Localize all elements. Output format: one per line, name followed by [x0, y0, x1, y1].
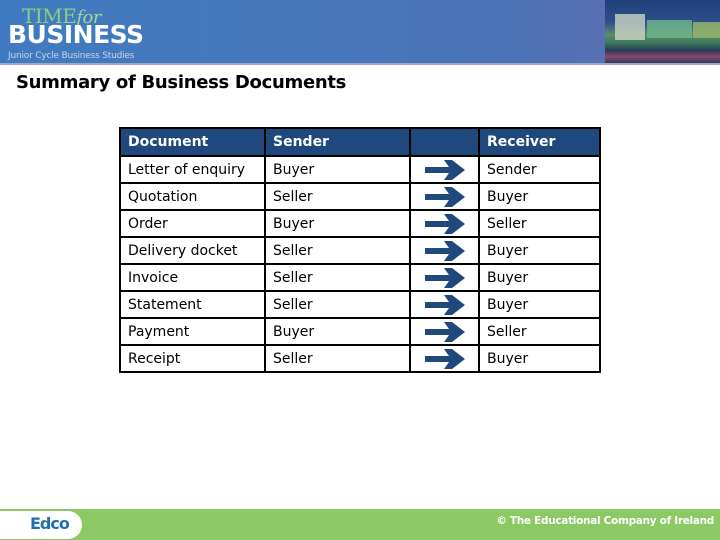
table-row: Payment Buyer Seller — [119, 317, 601, 346]
slide-title: Summary of Business Documents — [16, 72, 347, 93]
sender-cell: Buyer — [264, 155, 411, 184]
receiver-cell: Seller — [478, 317, 601, 346]
sender-cell: Seller — [264, 263, 411, 292]
right-arrow-icon — [424, 159, 465, 180]
sender-cell: Buyer — [264, 317, 411, 346]
logo-business-text: BUSINESS — [8, 20, 144, 49]
arrow-cell — [409, 317, 480, 346]
receiver-cell: Buyer — [478, 236, 601, 265]
header-banner: TIMEfor BUSINESS Junior Cycle Business S… — [0, 0, 720, 64]
sender-cell: Seller — [264, 182, 411, 211]
sender-cell: Seller — [264, 290, 411, 319]
right-arrow-icon — [424, 213, 465, 234]
document-cell: Receipt — [119, 344, 266, 373]
right-arrow-icon — [424, 240, 465, 261]
sender-cell: Seller — [264, 344, 411, 373]
copyright-text: © The Educational Company of Ireland — [496, 515, 714, 527]
documents-table: Document Sender Receiver Letter of enqui… — [119, 127, 601, 373]
arrow-cell — [409, 344, 480, 373]
receiver-cell: Buyer — [478, 182, 601, 211]
right-arrow-icon — [424, 321, 465, 342]
arrow-cell — [409, 182, 480, 211]
table-row: Statement Seller Buyer — [119, 290, 601, 319]
column-header-arrow — [409, 127, 480, 157]
right-arrow-icon — [424, 186, 465, 207]
document-cell: Statement — [119, 290, 266, 319]
edco-logo: Edco — [30, 514, 70, 533]
table-row: Invoice Seller Buyer — [119, 263, 601, 292]
right-arrow-icon — [424, 294, 465, 315]
column-header-receiver: Receiver — [478, 127, 601, 157]
document-cell: Order — [119, 209, 266, 238]
arrow-cell — [409, 263, 480, 292]
table-row: Receipt Seller Buyer — [119, 344, 601, 373]
arrow-cell — [409, 290, 480, 319]
logo-subtitle: Junior Cycle Business Studies — [8, 51, 135, 61]
receiver-cell: Seller — [478, 209, 601, 238]
header-divider — [0, 63, 720, 65]
document-cell: Invoice — [119, 263, 266, 292]
document-cell: Quotation — [119, 182, 266, 211]
sender-cell: Buyer — [264, 209, 411, 238]
column-header-document: Document — [119, 127, 266, 157]
arrow-cell — [409, 209, 480, 238]
city-photo — [605, 0, 720, 63]
arrow-cell — [409, 155, 480, 184]
table-header-row: Document Sender Receiver — [119, 127, 601, 157]
right-arrow-icon — [424, 348, 465, 369]
document-cell: Letter of enquiry — [119, 155, 266, 184]
receiver-cell: Buyer — [478, 290, 601, 319]
table-row: Order Buyer Seller — [119, 209, 601, 238]
sender-cell: Seller — [264, 236, 411, 265]
table-row: Quotation Seller Buyer — [119, 182, 601, 211]
right-arrow-icon — [424, 267, 465, 288]
table-row: Delivery docket Seller Buyer — [119, 236, 601, 265]
arrow-cell — [409, 236, 480, 265]
document-cell: Delivery docket — [119, 236, 266, 265]
table-row: Letter of enquiry Buyer Sender — [119, 155, 601, 184]
receiver-cell: Buyer — [478, 263, 601, 292]
document-cell: Payment — [119, 317, 266, 346]
receiver-cell: Buyer — [478, 344, 601, 373]
receiver-cell: Sender — [478, 155, 601, 184]
column-header-sender: Sender — [264, 127, 411, 157]
